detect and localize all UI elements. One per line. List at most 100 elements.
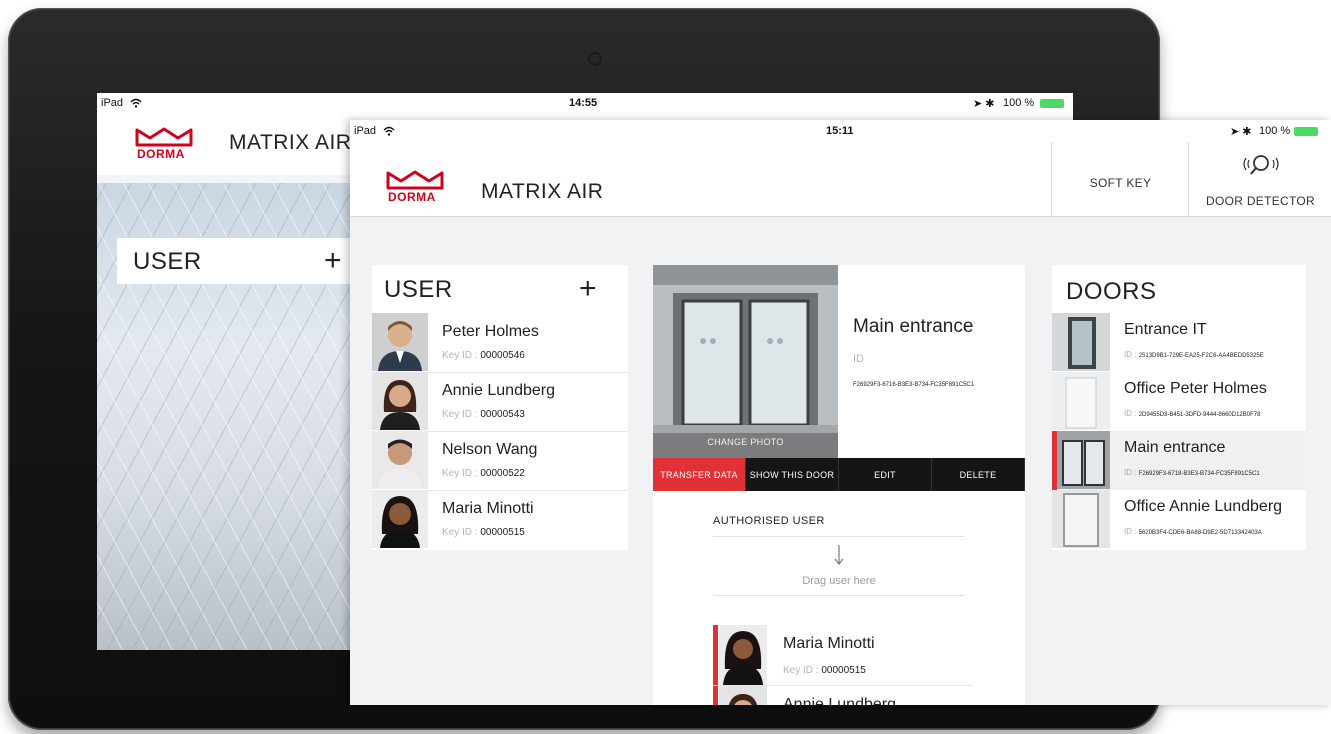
doors-panel: DOORS Entrance IT ID : 2513D9B1-729E-EA2…	[1052, 265, 1306, 550]
door-detail-name: Main entrance	[853, 316, 974, 337]
door-name: Entrance IT	[1124, 321, 1207, 338]
door-photo-icon	[1052, 313, 1110, 371]
change-photo-label: CHANGE PHOTO	[707, 437, 784, 447]
wifi-icon	[130, 98, 142, 108]
battery-percent: 100 %	[1259, 125, 1291, 137]
user-key: Key ID : 00000546	[442, 350, 525, 361]
avatar	[372, 431, 428, 489]
back-user-panel-header: USER +	[117, 238, 353, 284]
user-name: Nelson Wang	[442, 441, 538, 458]
user-panel: USER + Peter Holmes Key ID : 00000546 An…	[372, 265, 628, 550]
device-label: iPad	[354, 125, 377, 137]
door-photo[interactable]: CHANGE PHOTO	[653, 265, 838, 458]
dorma-logo-text: DORMA	[388, 190, 436, 204]
front-status-bar: iPad 15:11 ➤ ✱ 100 %	[350, 120, 1331, 142]
avatar-portrait-icon	[719, 686, 767, 705]
user-row-peter-holmes[interactable]: Peter Holmes Key ID : 00000546	[372, 313, 628, 373]
door-thumbnail	[1052, 490, 1110, 548]
avatar-portrait-icon	[719, 625, 767, 685]
door-thumbnail	[1052, 372, 1110, 430]
door-detector-label: DOOR DETECTOR	[1205, 194, 1316, 208]
authorised-user-row[interactable]: Maria Minotti Key ID : 00000515	[713, 625, 973, 686]
edit-button[interactable]: EDIT	[839, 458, 932, 491]
back-user-title: USER	[133, 248, 202, 275]
user-row-nelson-wang[interactable]: Nelson Wang Key ID : 00000522	[372, 431, 628, 491]
door-thumbnail	[1057, 431, 1110, 489]
location-bluetooth-icons: ➤ ✱	[1230, 126, 1252, 138]
status-time: 15:11	[826, 125, 854, 137]
door-name: Office Annie Lundberg	[1124, 498, 1283, 515]
back-status-bar: iPad 14:55 ➤ ✱ 100 %	[97, 93, 1073, 115]
battery-icon	[1040, 99, 1064, 108]
user-name: Peter Holmes	[442, 323, 539, 340]
door-row-entrance-it[interactable]: Entrance IT ID : 2513D9B1-729E-EA25-F2C6…	[1052, 313, 1306, 373]
door-photo-icon	[1057, 431, 1110, 489]
avatar	[372, 372, 428, 430]
dorma-logo-text: DORMA	[137, 147, 185, 161]
avatar-portrait-icon	[372, 372, 428, 430]
battery-percent: 100 %	[1003, 97, 1035, 109]
location-bluetooth-icons: ➤ ✱	[973, 98, 995, 110]
front-screen: iPad 15:11 ➤ ✱ 100 % DORMA MATRIX AIR SO…	[350, 120, 1331, 705]
authorised-marker	[713, 686, 718, 705]
avatar-portrait-icon	[372, 313, 428, 371]
device-label: iPad	[101, 97, 124, 109]
divider	[713, 536, 965, 537]
authorised-user-key: Key ID : 00000515	[783, 665, 866, 676]
search-signal-icon	[1243, 155, 1279, 175]
arrow-down-icon	[834, 545, 844, 565]
battery-icon	[1294, 127, 1318, 136]
avatar	[719, 686, 767, 705]
door-photo-icon	[1052, 490, 1110, 548]
avatar	[372, 490, 428, 548]
authorised-user-title: AUTHORISED USER	[713, 515, 825, 527]
door-row-office-peter-holmes[interactable]: Office Peter Holmes ID : 2D9455D3-B451-3…	[1052, 372, 1306, 432]
user-key: Key ID : 00000522	[442, 468, 525, 479]
authorised-user-name: Maria Minotti	[783, 635, 875, 652]
app-title: MATRIX AIR	[481, 180, 604, 203]
delete-button[interactable]: DELETE	[932, 458, 1025, 491]
user-name: Annie Lundberg	[442, 382, 555, 399]
door-action-bar: TRANSFER DATA SHOW THIS DOOR EDIT DELETE	[653, 458, 1025, 491]
add-user-button[interactable]: +	[579, 274, 597, 304]
door-id: ID : 2513D9B1-729E-EA25-F2C6-AA4BEDD5325…	[1124, 350, 1264, 359]
door-detail-id: F26929F3-6716-B3E3-B734-FC35F891C5C1	[853, 382, 975, 388]
authorised-user-row[interactable]: Annie Lundberg	[713, 686, 973, 705]
user-name: Maria Minotti	[442, 500, 534, 517]
avatar-portrait-icon	[372, 431, 428, 489]
door-photo-icon	[1052, 372, 1110, 430]
avatar	[372, 313, 428, 371]
door-row-main-entrance[interactable]: Main entrance ID : F26929F3-6718-B3E3-B7…	[1052, 431, 1306, 491]
user-row-annie-lundberg[interactable]: Annie Lundberg Key ID : 00000543	[372, 372, 628, 432]
authorised-marker	[713, 625, 718, 685]
show-this-door-button[interactable]: SHOW THIS DOOR	[746, 458, 839, 491]
user-panel-title: USER	[384, 276, 453, 303]
dorma-crown-logo-icon	[135, 127, 193, 147]
door-name: Office Peter Holmes	[1124, 380, 1267, 397]
door-name: Main entrance	[1124, 439, 1226, 456]
user-key: Key ID : 00000515	[442, 527, 525, 538]
front-header: DORMA MATRIX AIR SOFT KEY DOOR DETECTOR	[350, 142, 1331, 217]
user-key: Key ID : 00000543	[442, 409, 525, 420]
door-detail-id-label: ID	[853, 353, 864, 365]
transfer-data-button[interactable]: TRANSFER DATA	[653, 458, 746, 491]
door-thumbnail	[1052, 313, 1110, 371]
door-id: ID : 5620B3F4-CDE6-BA88-D9E2-5D713342403…	[1124, 527, 1262, 536]
camera-icon	[588, 52, 602, 66]
door-detector-button[interactable]: DOOR DETECTOR	[1188, 142, 1331, 216]
soft-key-button[interactable]: SOFT KEY	[1051, 142, 1189, 216]
door-row-office-annie-lundberg[interactable]: Office Annie Lundberg ID : 5620B3F4-CDE6…	[1052, 490, 1306, 549]
doors-panel-title: DOORS	[1066, 278, 1157, 305]
wifi-icon	[383, 126, 395, 136]
user-row-maria-minotti[interactable]: Maria Minotti Key ID : 00000515	[372, 490, 628, 549]
divider	[713, 595, 965, 596]
soft-key-label: SOFT KEY	[1089, 176, 1152, 190]
drag-user-hint: Drag user here	[802, 575, 876, 587]
status-time: 14:55	[569, 97, 598, 109]
add-user-button[interactable]: +	[324, 246, 342, 276]
glass-door-photo-icon	[653, 265, 838, 458]
door-id: ID : F26929F3-6718-B3E3-B734-FC35F891C5C…	[1124, 468, 1260, 477]
authorised-user-name: Annie Lundberg	[783, 696, 896, 705]
avatar	[719, 625, 767, 685]
door-id: ID : 2D9455D3-B451-3DFD-9444-8660D12B0F7…	[1124, 409, 1261, 418]
